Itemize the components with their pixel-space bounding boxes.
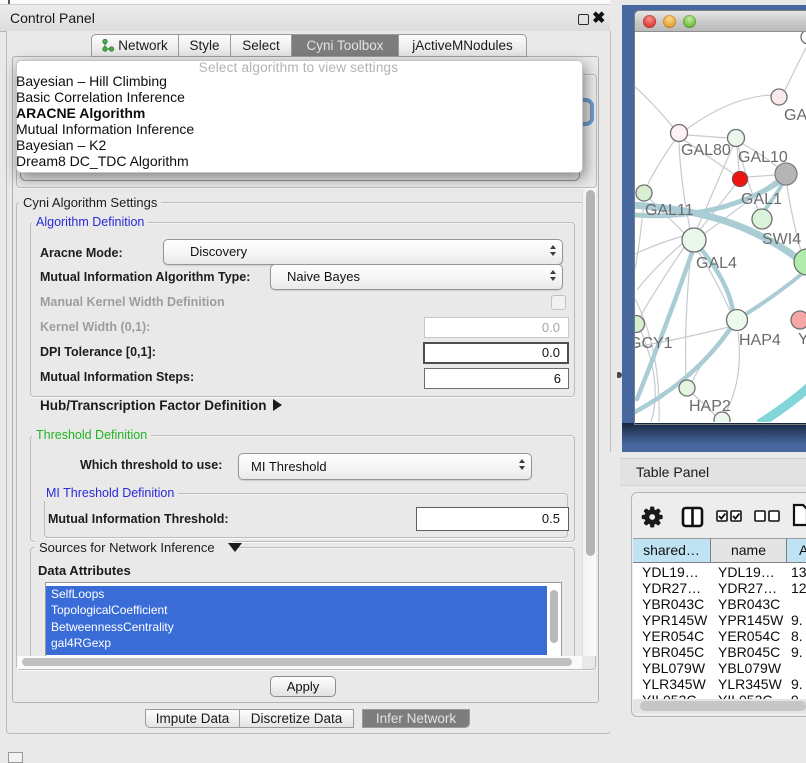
svg-text:SWI4: SWI4	[762, 231, 801, 248]
svg-text:GAL7: GAL7	[784, 107, 806, 124]
svg-text:GAL10: GAL10	[738, 149, 788, 166]
svg-text:GAL4: GAL4	[696, 255, 737, 272]
svg-text:GAL80: GAL80	[681, 142, 731, 159]
svg-text:GAL1: GAL1	[741, 191, 782, 208]
svg-text:GAL11: GAL11	[645, 202, 694, 219]
svg-text:HAP2: HAP2	[689, 398, 731, 415]
svg-text:YE: YE	[798, 331, 806, 348]
svg-text:GCY1: GCY1	[635, 335, 673, 352]
svg-text:HAP4: HAP4	[739, 332, 781, 349]
